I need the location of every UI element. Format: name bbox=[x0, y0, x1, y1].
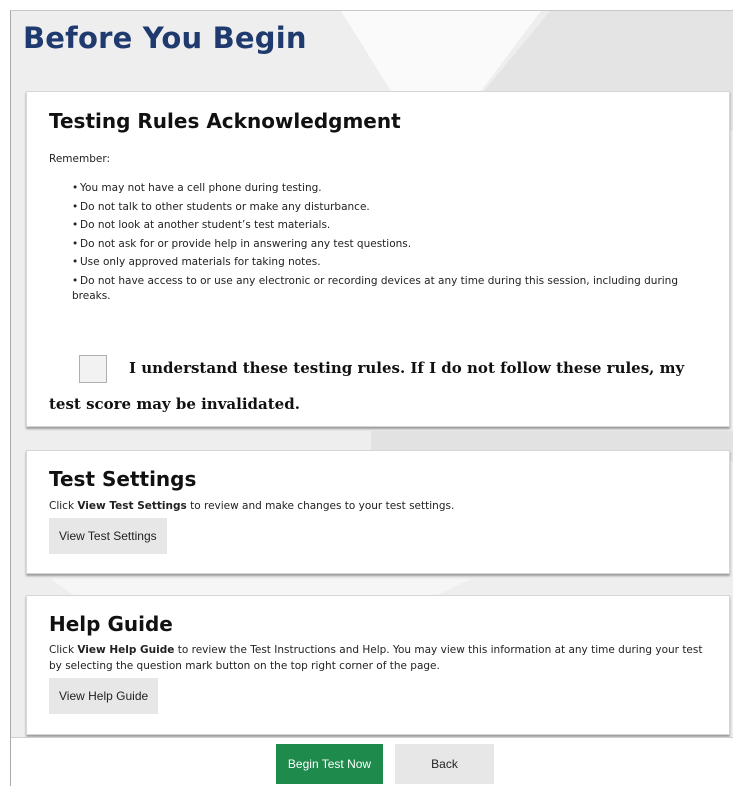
rule-item: • Do not ask for or provide help in answe… bbox=[72, 237, 412, 250]
view-test-settings-button[interactable]: View Test Settings bbox=[49, 518, 167, 554]
remember-label: Remember: bbox=[49, 153, 110, 165]
page-title: Before You Begin bbox=[23, 21, 307, 55]
acknowledgment-text: I understand these testing rules. If I d… bbox=[49, 359, 685, 413]
rule-item: • Do not talk to other students or make a… bbox=[72, 200, 370, 213]
testing-rules-card: Testing Rules Acknowledgment Remember: •… bbox=[26, 91, 730, 427]
bottom-action-bar: Begin Test Now Back bbox=[11, 737, 733, 786]
testing-rules-title: Testing Rules Acknowledgment bbox=[49, 109, 401, 133]
rule-item: • You may not have a cell phone during te… bbox=[72, 182, 322, 194]
acknowledgment-row: I understand these testing rules. If I d… bbox=[49, 350, 699, 422]
acknowledgment-checkbox[interactable] bbox=[79, 355, 107, 383]
help-guide-description: Click View Help Guide to review the Test… bbox=[49, 644, 703, 672]
test-settings-title: Test Settings bbox=[49, 467, 197, 491]
rule-item: • Do not look at another student’s test m… bbox=[72, 219, 331, 231]
app-frame: Before You Begin Testing Rules Acknowled… bbox=[10, 10, 733, 786]
rule-item: • Use only approved materials for taking … bbox=[72, 256, 321, 268]
test-settings-card: Test Settings Click View Test Settings t… bbox=[26, 450, 730, 574]
help-guide-title: Help Guide bbox=[49, 612, 173, 636]
view-help-guide-button[interactable]: View Help Guide bbox=[49, 678, 159, 714]
begin-test-now-button[interactable]: Begin Test Now bbox=[276, 744, 383, 784]
help-guide-card: Help Guide Click View Help Guide to revi… bbox=[26, 595, 730, 735]
rules-list: • You may not have a cell phone during te… bbox=[72, 181, 712, 307]
back-button[interactable]: Back bbox=[395, 744, 494, 784]
rule-item: • Do not have access to or use any electr… bbox=[72, 274, 679, 302]
test-settings-description: Click View Test Settings to review and m… bbox=[49, 500, 455, 512]
